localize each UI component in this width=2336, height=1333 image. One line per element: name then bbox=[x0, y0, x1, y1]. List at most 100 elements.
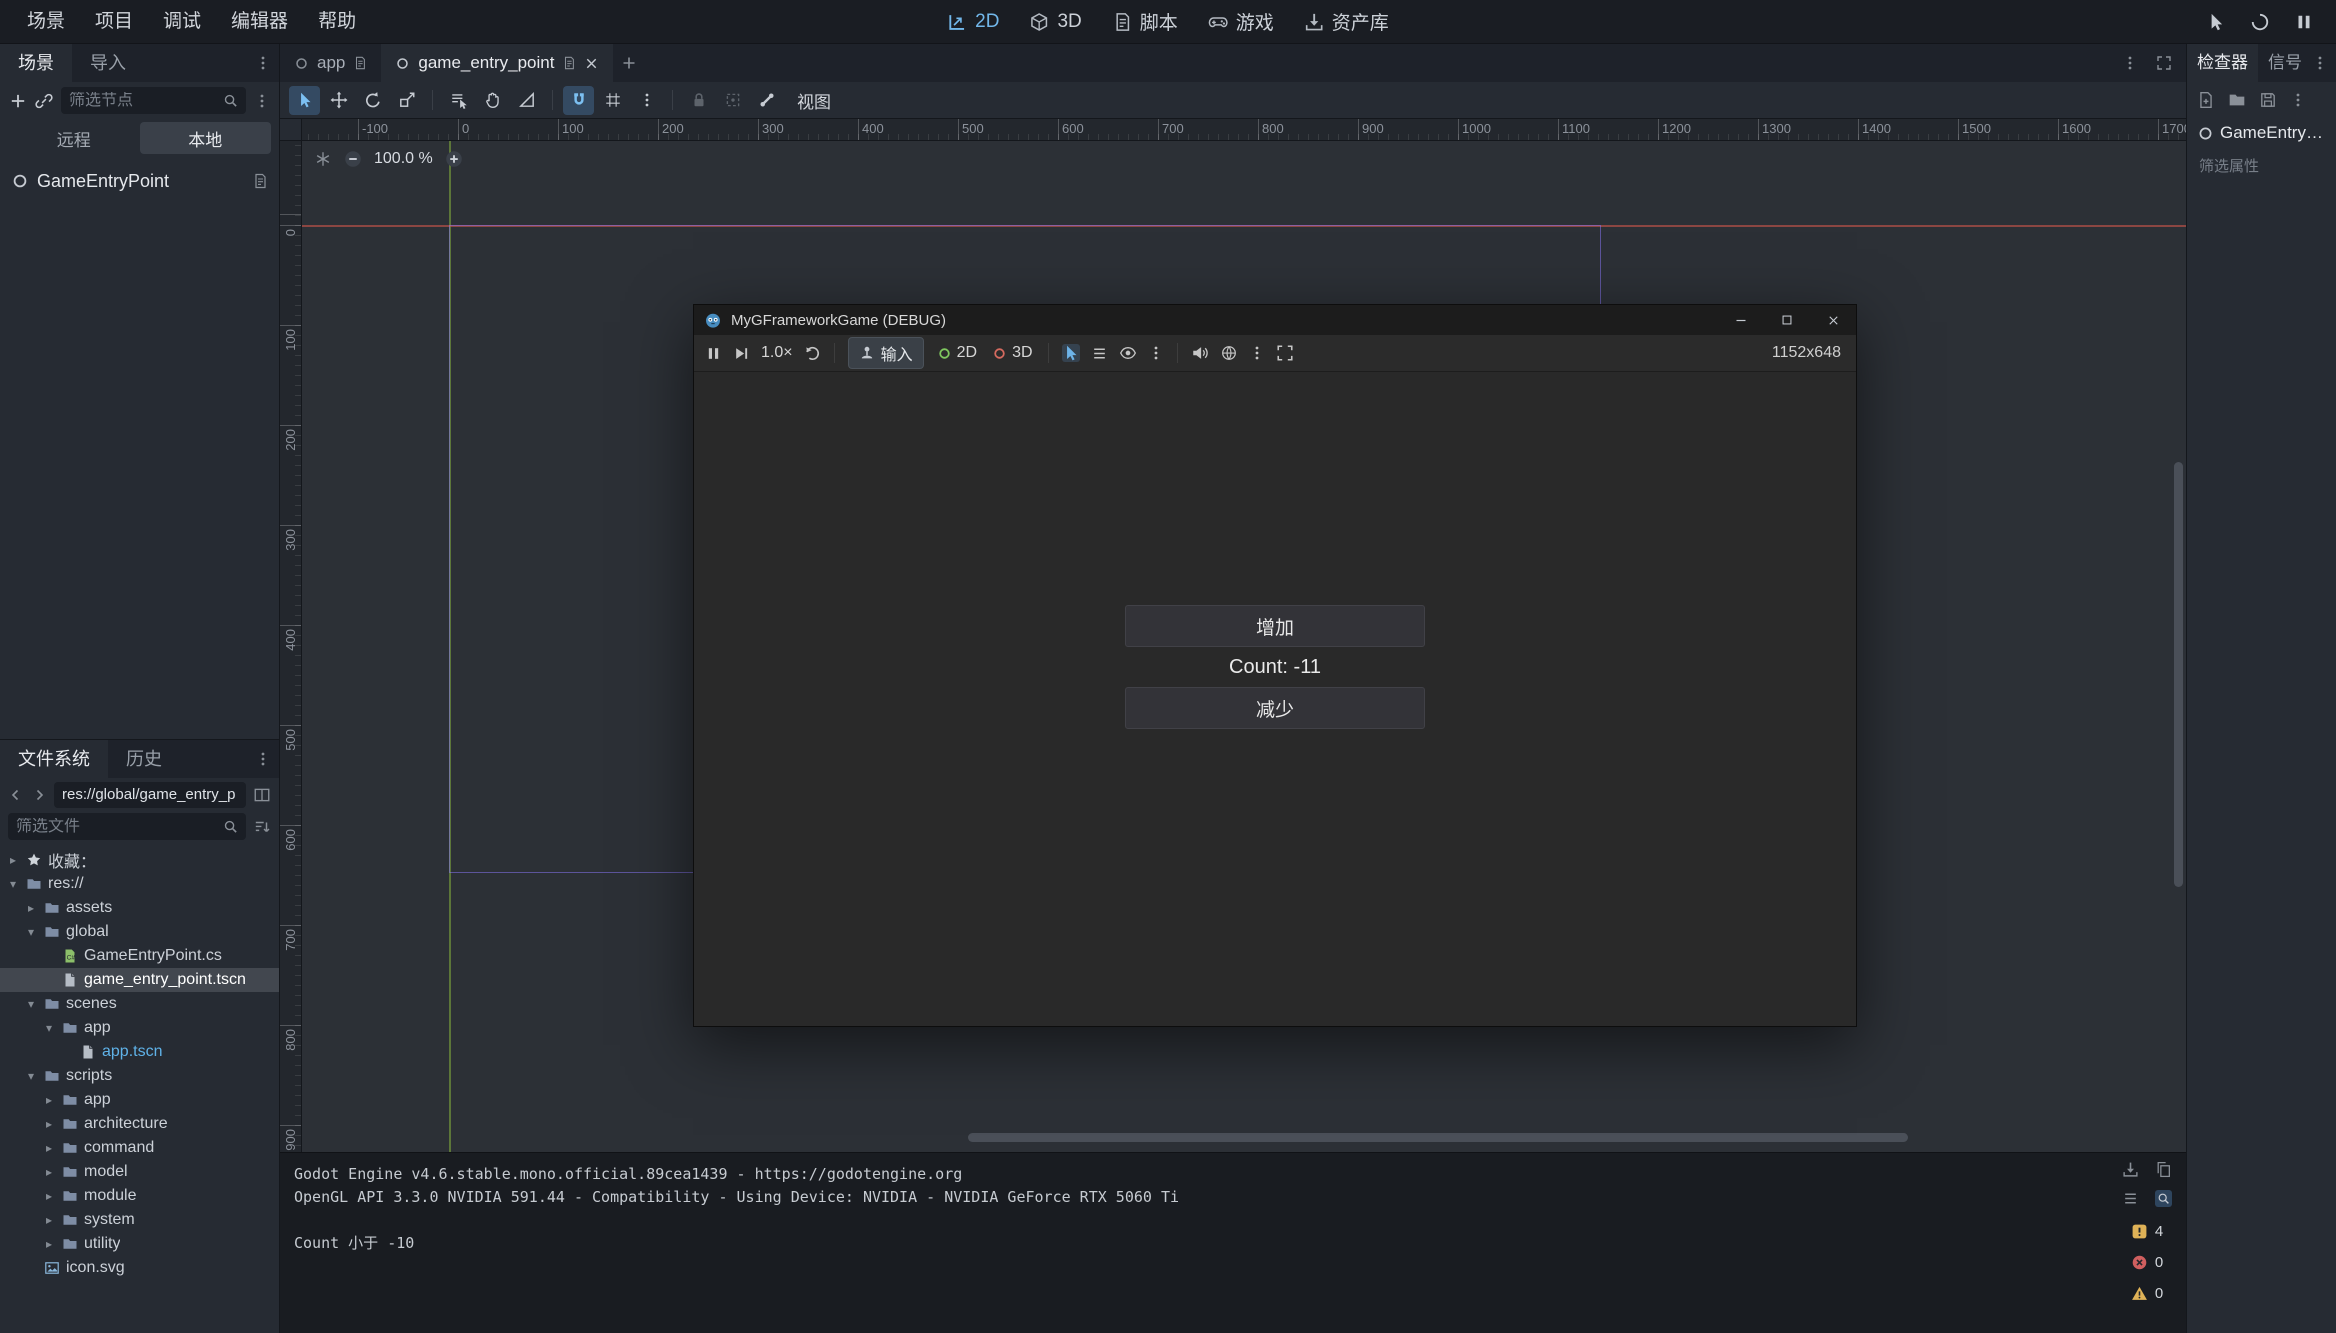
tree-collapsed-arrow-icon[interactable]: ▸ bbox=[42, 1213, 56, 1227]
fs-item-global[interactable]: ▾global bbox=[0, 920, 279, 944]
visibility-icon[interactable] bbox=[1119, 344, 1137, 362]
fs-item-scenes[interactable]: ▾scenes bbox=[0, 992, 279, 1016]
file-filter-input[interactable] bbox=[16, 818, 217, 836]
nav-back-icon[interactable] bbox=[8, 787, 24, 803]
decrease-button[interactable]: 减少 bbox=[1125, 687, 1425, 729]
menubar-menu-project[interactable]: 项目 bbox=[80, 0, 148, 43]
rotate-tool-button[interactable] bbox=[357, 86, 388, 115]
debugger-badge-0[interactable]: 4 bbox=[2131, 1223, 2163, 1240]
select-mode-icon[interactable] bbox=[1062, 344, 1080, 362]
fs-item-scripts[interactable]: ▾scripts bbox=[0, 1064, 279, 1088]
attached-script-icon[interactable] bbox=[252, 173, 268, 189]
fs-item-item-0[interactable]: ▸收藏： bbox=[0, 848, 279, 872]
next-frame-icon[interactable] bbox=[733, 345, 750, 362]
close-tab-icon[interactable] bbox=[584, 56, 599, 71]
scene-dock-menu-icon[interactable] bbox=[255, 55, 271, 71]
tree-collapsed-arrow-icon[interactable]: ▸ bbox=[42, 1237, 56, 1251]
pan-tool-button[interactable] bbox=[477, 86, 508, 115]
center-view-icon[interactable] bbox=[314, 150, 332, 168]
camera-3d-button[interactable]: 3D bbox=[990, 344, 1034, 362]
tree-collapsed-arrow-icon[interactable]: ▸ bbox=[6, 853, 20, 867]
split-view-icon[interactable] bbox=[253, 786, 271, 804]
load-resource-icon[interactable] bbox=[2228, 91, 2246, 109]
maximize-button[interactable] bbox=[1764, 305, 1810, 335]
save-log-icon[interactable] bbox=[2122, 1161, 2139, 1178]
new-resource-icon[interactable] bbox=[2197, 91, 2215, 109]
list-select-button[interactable] bbox=[443, 86, 474, 115]
scene-filter-input[interactable] bbox=[69, 92, 217, 110]
canvas-viewport[interactable]: 100.0 % MyGFrameworkGame (DEBUG) bbox=[302, 141, 2186, 1152]
fs-item-module[interactable]: ▸module bbox=[0, 1184, 279, 1208]
filesystem-menu-icon[interactable] bbox=[255, 751, 271, 767]
grid-snap-button[interactable] bbox=[597, 86, 628, 115]
fs-item-system[interactable]: ▸system bbox=[0, 1208, 279, 1232]
fs-item-model[interactable]: ▸model bbox=[0, 1160, 279, 1184]
zoom-in-icon[interactable] bbox=[444, 149, 464, 169]
tree-collapsed-arrow-icon[interactable]: ▸ bbox=[42, 1189, 56, 1203]
log-filter-icon[interactable] bbox=[2122, 1190, 2139, 1207]
fs-item-app[interactable]: ▸app bbox=[0, 1088, 279, 1112]
ruler-tool-button[interactable] bbox=[511, 86, 542, 115]
fs-item-assets[interactable]: ▸assets bbox=[0, 896, 279, 920]
fs-item-game-entry-point-tscn[interactable]: game_entry_point.tscn bbox=[0, 968, 279, 992]
fs-item-gameentrypoint-cs[interactable]: C#GameEntryPoint.cs bbox=[0, 944, 279, 968]
workspace-tab-assetlib[interactable]: 资产库 bbox=[1304, 8, 1389, 35]
distraction-free-icon[interactable] bbox=[2156, 55, 2172, 71]
nav-forward-icon[interactable] bbox=[31, 787, 47, 803]
fs-item-app[interactable]: ▾app bbox=[0, 1016, 279, 1040]
scene-tab-game-entry-point[interactable]: game_entry_point bbox=[381, 44, 613, 82]
debugger-badge-2[interactable]: 0 bbox=[2131, 1285, 2163, 1302]
remote-button[interactable]: 远程 bbox=[8, 122, 140, 154]
tree-expanded-arrow-icon[interactable]: ▾ bbox=[24, 1069, 38, 1083]
increase-button[interactable]: 增加 bbox=[1125, 605, 1425, 647]
tree-expanded-arrow-icon[interactable]: ▾ bbox=[24, 997, 38, 1011]
save-resource-icon[interactable] bbox=[2259, 91, 2277, 109]
select-tool-button[interactable] bbox=[289, 86, 320, 115]
menubar-menu-debug[interactable]: 调试 bbox=[148, 0, 216, 43]
workspace-tab-3d[interactable]: 3D bbox=[1029, 11, 1081, 33]
pause-game-icon[interactable] bbox=[705, 345, 722, 362]
log-search-icon[interactable] bbox=[2155, 1190, 2172, 1207]
camera-2d-button[interactable]: 2D bbox=[935, 344, 979, 362]
more-options-icon[interactable] bbox=[1249, 345, 1265, 361]
inspector-filter-input[interactable]: 筛选属性 bbox=[2195, 152, 2328, 178]
audio-mute-icon[interactable] bbox=[1191, 344, 1209, 362]
copy-log-icon[interactable] bbox=[2155, 1161, 2172, 1178]
close-button[interactable] bbox=[1810, 305, 1856, 335]
vertical-scrollbar[interactable] bbox=[2174, 462, 2183, 887]
debugger-badge-1[interactable]: 0 bbox=[2131, 1254, 2163, 1271]
fs-item-res[interactable]: ▾res:// bbox=[0, 872, 279, 896]
tree-collapsed-arrow-icon[interactable]: ▸ bbox=[42, 1165, 56, 1179]
scale-tool-button[interactable] bbox=[391, 86, 422, 115]
view-menu-button[interactable]: 视图 bbox=[785, 88, 843, 113]
tree-collapsed-arrow-icon[interactable]: ▸ bbox=[42, 1141, 56, 1155]
inspector-menu-icon[interactable] bbox=[2312, 55, 2328, 71]
zoom-out-icon[interactable] bbox=[343, 149, 363, 169]
speed-label[interactable]: 1.0× bbox=[761, 344, 793, 362]
fullscreen-icon[interactable] bbox=[1276, 344, 1294, 362]
selection-list-icon[interactable] bbox=[1091, 345, 1108, 362]
select-options-icon[interactable] bbox=[1148, 345, 1164, 361]
workspace-tab-script[interactable]: 脚本 bbox=[1112, 8, 1178, 35]
tab-signals[interactable]: 信号 bbox=[2258, 44, 2312, 82]
menubar-menu-help[interactable]: 帮助 bbox=[303, 0, 371, 43]
snap-options-button[interactable] bbox=[631, 86, 662, 115]
fs-item-icon-svg[interactable]: icon.svg bbox=[0, 1256, 279, 1280]
fs-item-utility[interactable]: ▸utility bbox=[0, 1232, 279, 1256]
tree-node-gameentrypoint[interactable]: GameEntryPoint bbox=[0, 165, 279, 197]
tree-collapsed-arrow-icon[interactable]: ▸ bbox=[24, 901, 38, 915]
path-input[interactable] bbox=[62, 786, 238, 803]
game-pick-icon[interactable] bbox=[2206, 12, 2226, 32]
zoom-level[interactable]: 100.0 % bbox=[374, 150, 433, 168]
tab-scene[interactable]: 场景 bbox=[0, 44, 72, 82]
menubar-menu-scene[interactable]: 场景 bbox=[12, 0, 80, 43]
smart-snap-button[interactable] bbox=[563, 86, 594, 115]
tab-list-menu-icon[interactable] bbox=[2122, 55, 2138, 71]
scene-tree-options-icon[interactable] bbox=[254, 93, 270, 109]
new-scene-tab-icon[interactable] bbox=[621, 55, 637, 71]
tree-expanded-arrow-icon[interactable]: ▾ bbox=[42, 1021, 56, 1035]
menubar-menu-editor[interactable]: 编辑器 bbox=[216, 0, 303, 43]
tree-collapsed-arrow-icon[interactable]: ▸ bbox=[42, 1117, 56, 1131]
debug-options-icon[interactable] bbox=[1220, 344, 1238, 362]
tree-collapsed-arrow-icon[interactable]: ▸ bbox=[42, 1093, 56, 1107]
